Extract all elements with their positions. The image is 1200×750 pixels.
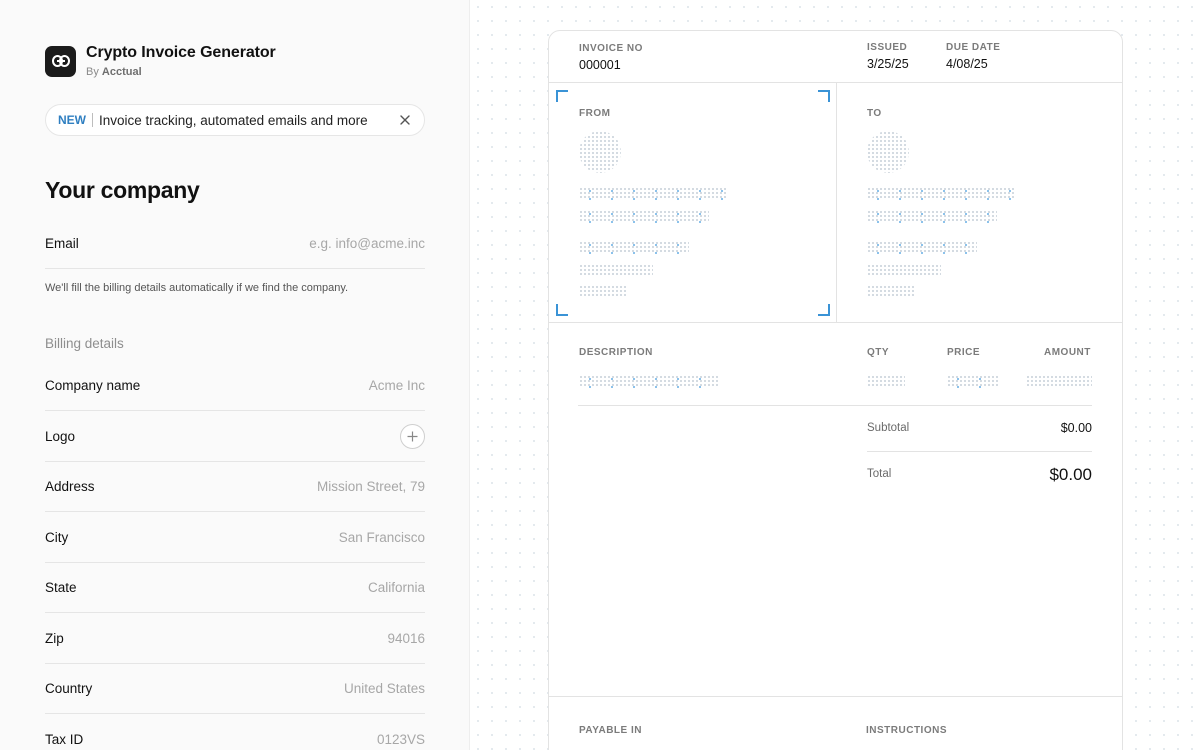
from-city-placeholder [579, 264, 653, 277]
focus-corner [818, 90, 830, 102]
qty-column: QTY [867, 347, 890, 358]
company-name-label: Company name [45, 377, 141, 393]
due-date[interactable]: 4/08/25 [946, 57, 1000, 71]
due-date-label: DUE DATE [946, 42, 1001, 53]
parties-divider [836, 83, 837, 322]
app-byline: By Acctual [86, 66, 276, 78]
address-field[interactable] [205, 478, 425, 494]
form-panel: Crypto Invoice Generator By Acctual NEW … [0, 0, 470, 750]
to-email-placeholder [867, 210, 997, 223]
tax-id-field[interactable] [205, 732, 425, 747]
brand: Crypto Invoice Generator By Acctual [45, 44, 276, 78]
to-address-placeholder [867, 241, 977, 254]
from-address-placeholder [579, 241, 689, 254]
state-label: State [45, 579, 77, 595]
city-row: City [45, 512, 425, 563]
tax-id-label: Tax ID [45, 732, 84, 747]
close-icon[interactable] [398, 113, 412, 127]
country-field[interactable] [205, 680, 425, 696]
byline-prefix: By [86, 66, 99, 78]
email-helper-text: We'll fill the billing details automatic… [45, 282, 349, 294]
state-row: State [45, 562, 425, 613]
total-label: Total [867, 468, 892, 480]
invoice-number-label: INVOICE NO [579, 43, 643, 54]
billing-details-heading: Billing details [45, 336, 124, 351]
invoice-header: INVOICE NO 000001 ISSUED 3/25/25 DUE DAT… [549, 31, 1122, 83]
logo-label: Logo [45, 428, 76, 444]
items-divider [578, 405, 1092, 406]
from-zip-placeholder [579, 285, 627, 298]
invoice-preview: INVOICE NO 000001 ISSUED 3/25/25 DUE DAT… [548, 30, 1123, 750]
from-label: FROM [579, 108, 611, 119]
email-row: Email [45, 218, 425, 269]
line-item-qty-placeholder [867, 375, 905, 388]
zip-field[interactable] [205, 630, 425, 646]
subtotal-label: Subtotal [867, 422, 910, 434]
email-label: Email [45, 235, 79, 251]
line-item-description-placeholder [579, 375, 719, 388]
state-field[interactable] [205, 579, 425, 595]
link-icon [45, 45, 76, 77]
section-title: Your company [45, 177, 200, 203]
line-item-amount-placeholder [1026, 375, 1092, 388]
address-label: Address [45, 478, 95, 494]
price-column: PRICE [947, 347, 981, 358]
company-name-field[interactable] [205, 377, 425, 393]
from-logo-placeholder [579, 131, 621, 173]
zip-label: Zip [45, 630, 64, 646]
from-email-placeholder [579, 210, 709, 223]
banner-text[interactable]: Invoice tracking, automated emails and m… [99, 113, 368, 128]
email-field[interactable] [205, 235, 425, 251]
invoice-number[interactable]: 000001 [579, 58, 643, 72]
to-logo-placeholder [867, 131, 909, 173]
focus-corner [556, 304, 568, 316]
byline-company[interactable]: Acctual [102, 66, 142, 78]
invoice-parties: FROM TO [549, 83, 1122, 323]
app-title: Crypto Invoice Generator [86, 44, 276, 61]
focus-corner [818, 304, 830, 316]
totals-divider [867, 451, 1092, 452]
issued-label: ISSUED [867, 42, 908, 53]
amount-column: AMOUNT [1044, 347, 1091, 358]
city-label: City [45, 529, 69, 545]
address-row: Address [45, 461, 425, 512]
line-item-price-placeholder [947, 375, 999, 388]
zip-row: Zip [45, 613, 425, 664]
payable-in-label: PAYABLE IN [579, 725, 642, 736]
focus-corner [556, 90, 568, 102]
city-field[interactable] [205, 529, 425, 545]
issued-date[interactable]: 3/25/25 [867, 57, 909, 71]
instructions-label: INSTRUCTIONS [866, 725, 947, 736]
banner-divider [92, 113, 93, 127]
company-name-row: Company name [45, 360, 425, 411]
subtotal-value: $0.00 [1060, 421, 1092, 435]
country-row: Country [45, 663, 425, 714]
footer-divider [548, 696, 1123, 697]
total-value: $0.00 [1049, 465, 1092, 484]
announcement-banner[interactable]: NEW Invoice tracking, automated emails a… [45, 104, 425, 136]
to-label: TO [867, 108, 882, 119]
logo-row: Logo [45, 411, 425, 462]
to-name-placeholder [867, 187, 1015, 200]
from-name-placeholder [579, 187, 727, 200]
plus-icon[interactable] [400, 423, 425, 449]
country-label: Country [45, 680, 93, 696]
to-city-placeholder [867, 264, 941, 277]
tax-id-row: Tax ID [45, 714, 425, 750]
new-badge: NEW [58, 113, 86, 127]
to-zip-placeholder [867, 285, 915, 298]
description-column: DESCRIPTION [579, 347, 653, 358]
